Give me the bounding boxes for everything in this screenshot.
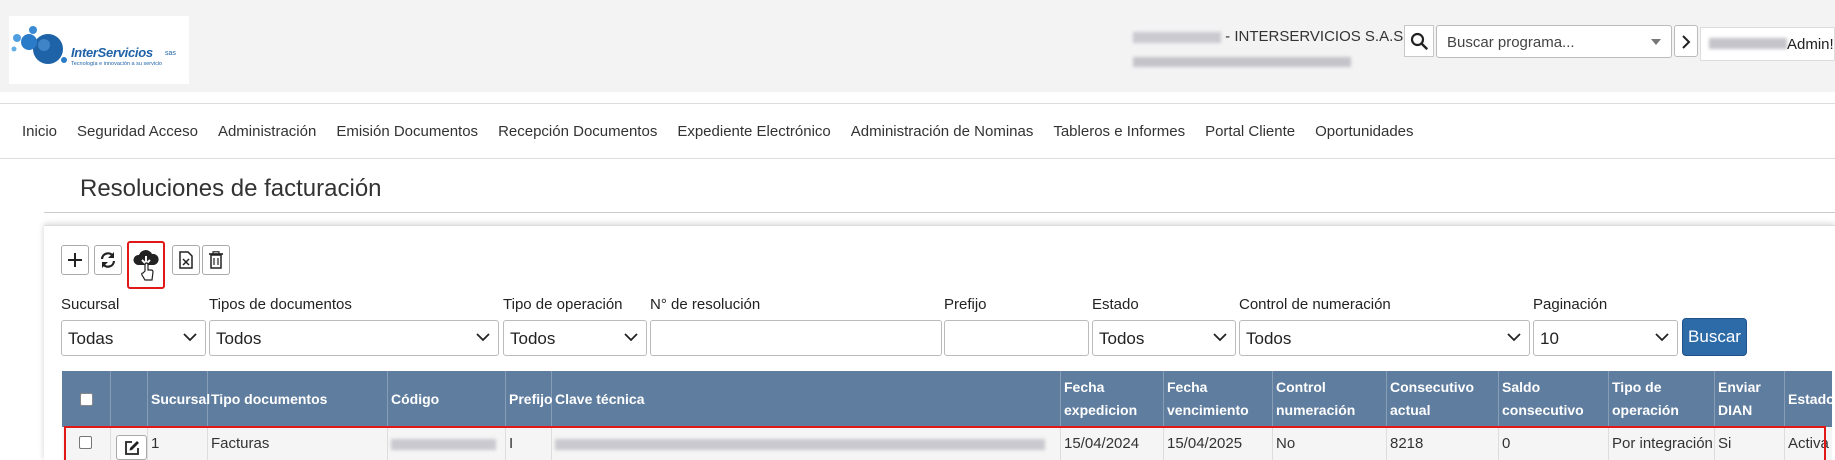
estado-value: Todos [1099, 329, 1145, 348]
menu-item-expediente-electronico[interactable]: Expediente Electrónico [677, 123, 830, 140]
filter-label-estado: Estado [1092, 296, 1139, 313]
paginacion-value: 10 [1540, 329, 1559, 348]
header-select-all [62, 371, 111, 427]
filter-label-prefijo: Prefijo [944, 296, 987, 313]
redacted-subline [1133, 57, 1351, 67]
caret-down-icon [1651, 39, 1661, 45]
header-clave-tecnica[interactable]: Clave técnica [552, 371, 1061, 427]
logo-sas: sas [165, 50, 176, 57]
control-numeracion-value: Todos [1246, 329, 1292, 348]
menu-item-oportunidades[interactable]: Oportunidades [1315, 123, 1413, 140]
user-menu[interactable]: Admin! [1700, 27, 1835, 61]
logo-bubbles-icon [11, 26, 67, 64]
num-resolucion-input[interactable] [650, 320, 942, 356]
company-name-text: - INTERSERVICIOS S.A.S. [1225, 28, 1408, 45]
menu-item-portal-cliente[interactable]: Portal Cliente [1205, 123, 1295, 140]
filter-label-paginacion: Paginación [1533, 296, 1608, 313]
tipos-documentos-value: Todos [216, 329, 262, 348]
main-menu: Inicio Seguridad Acceso Administración E… [0, 103, 1835, 159]
control-numeracion-select[interactable]: Todos [1239, 320, 1530, 356]
top-bar: InterServicios sas Tecnología e innovaci… [0, 0, 1835, 92]
paginacion-select[interactable]: 10 [1533, 320, 1678, 356]
header-consecutivo-actual[interactable]: Consecutivo actual [1387, 371, 1499, 427]
refresh-icon [100, 252, 116, 268]
header-actions [111, 371, 148, 427]
estado-select[interactable]: Todos [1092, 320, 1236, 356]
search-icon-button[interactable] [1404, 25, 1434, 57]
menu-item-recepcion-documentos[interactable]: Recepción Documentos [498, 123, 657, 140]
menu-item-administracion[interactable]: Administración [218, 123, 316, 140]
filter-label-control-numeracion: Control de numeración [1239, 296, 1391, 313]
header-tipo-documentos[interactable]: Tipo documentos [208, 371, 388, 427]
menu-item-inicio[interactable]: Inicio [22, 123, 57, 140]
logo-tagline: Tecnología e innovación a su servicio [71, 61, 163, 67]
tipo-operacion-value: Todos [510, 329, 556, 348]
filter-label-tipos-documentos: Tipos de documentos [209, 296, 352, 313]
export-excel-button[interactable] [172, 245, 200, 275]
header-fecha-expedicion[interactable]: Fecha expedicion [1061, 371, 1164, 427]
header-prefijo[interactable]: Prefijo [506, 371, 553, 427]
chevron-down-icon [476, 333, 490, 342]
header-estado[interactable]: Estado [1785, 371, 1835, 427]
user-label: Admin! [1787, 36, 1834, 53]
page-title: Resoluciones de facturación [80, 175, 382, 202]
sucursal-value: Todas [68, 329, 114, 348]
program-search-select[interactable]: Buscar programa... [1436, 25, 1672, 58]
header-fecha-vencimiento[interactable]: Fecha vencimiento [1164, 371, 1273, 427]
header-saldo-consecutivo[interactable]: Saldo consecutivo [1499, 371, 1609, 427]
tipos-documentos-select[interactable]: Todos [209, 320, 499, 356]
chevron-down-icon [183, 333, 197, 342]
filter-label-sucursal: Sucursal [61, 296, 120, 313]
prefijo-input[interactable] [944, 320, 1089, 356]
chevron-down-icon [1655, 333, 1669, 342]
header-tipo-operacion[interactable]: Tipo de operación [1609, 371, 1715, 427]
plus-icon [68, 253, 82, 267]
select-all-checkbox[interactable] [79, 392, 93, 406]
buscar-button[interactable]: Buscar [1682, 318, 1747, 356]
file-excel-icon [179, 251, 193, 269]
go-button[interactable] [1674, 25, 1698, 57]
cloud-download-icon [133, 250, 159, 281]
chevron-right-icon [1682, 35, 1691, 49]
company-name: - INTERSERVICIOS S.A.S. [1133, 28, 1407, 45]
logo-text: InterServicios [71, 45, 153, 60]
menu-item-seguridad-acceso[interactable]: Seguridad Acceso [77, 123, 198, 140]
chevron-down-icon [624, 333, 638, 342]
tipo-operacion-select[interactable]: Todos [503, 320, 647, 356]
redacted-nit [1133, 31, 1221, 43]
company-logo[interactable]: InterServicios sas Tecnología e innovaci… [9, 16, 189, 84]
search-icon [1410, 32, 1428, 50]
company-subline [1133, 56, 1351, 70]
menu-item-administracion-nominas[interactable]: Administración de Nominas [851, 123, 1034, 140]
header-enviar-dian[interactable]: Enviar DIAN [1715, 371, 1785, 427]
menu-item-tableros-informes[interactable]: Tableros e Informes [1053, 123, 1185, 140]
chevron-down-icon [1213, 333, 1227, 342]
title-divider [44, 212, 1835, 213]
redacted-username [1709, 38, 1787, 49]
trash-icon [209, 251, 223, 269]
table-header: Sucursal Tipo documentos Código Prefijo … [62, 371, 1835, 427]
menu-item-emision-documentos[interactable]: Emisión Documentos [336, 123, 478, 140]
delete-button[interactable] [202, 245, 230, 275]
sucursal-select[interactable]: Todas [61, 320, 206, 356]
header-sucursal[interactable]: Sucursal [148, 371, 210, 427]
cloud-download-button[interactable] [127, 241, 165, 289]
add-button[interactable] [61, 245, 89, 275]
row-highlight [64, 426, 1826, 460]
header-control-numeracion[interactable]: Control numeración [1273, 371, 1387, 427]
filter-label-tipo-operacion: Tipo de operación [503, 296, 623, 313]
chevron-down-icon [1507, 333, 1521, 342]
filter-label-num-resolucion: N° de resolución [650, 296, 761, 313]
header-codigo[interactable]: Código [388, 371, 506, 427]
program-search-placeholder: Buscar programa... [1447, 34, 1575, 51]
refresh-button[interactable] [94, 245, 122, 275]
